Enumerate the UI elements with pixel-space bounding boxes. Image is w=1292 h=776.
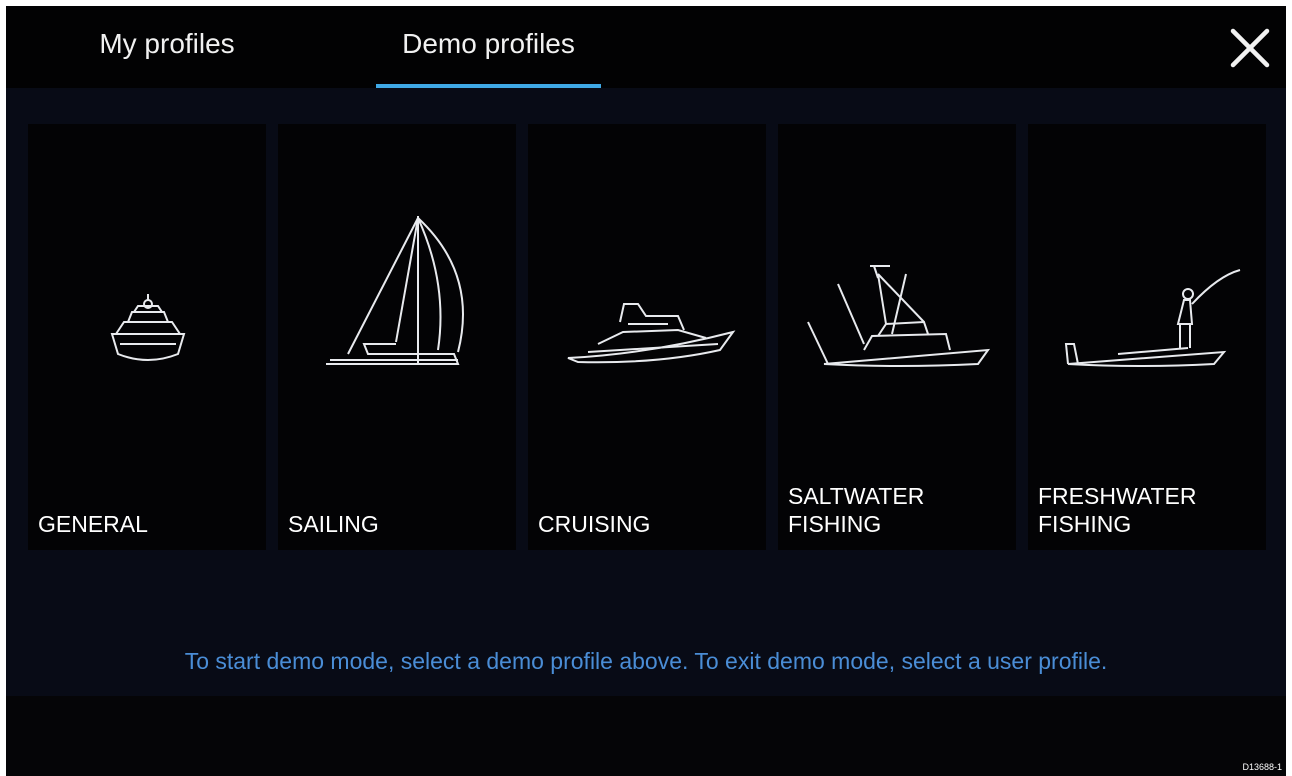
profile-tile-sailing[interactable]: SAILING bbox=[278, 124, 516, 550]
motorboat-front-icon bbox=[110, 294, 186, 361]
sailboat-icon bbox=[326, 216, 464, 365]
profile-label: SAILING bbox=[288, 511, 379, 537]
bass-boat-icon bbox=[1064, 269, 1241, 367]
close-icon bbox=[1230, 28, 1270, 68]
demo-mode-hint: To start demo mode, select a demo profil… bbox=[184, 648, 1108, 674]
demo-profiles-panel: GENERAL SAILING CRUISING SALTWATER FISHI… bbox=[6, 88, 1286, 696]
tab-my-profiles[interactable]: My profiles bbox=[72, 28, 262, 88]
profile-label: SALTWATER FISHING bbox=[788, 483, 925, 537]
close-button[interactable] bbox=[1228, 26, 1272, 70]
profile-tile-saltwater-fishing[interactable]: SALTWATER FISHING bbox=[778, 124, 1016, 550]
profile-tile-freshwater-fishing[interactable]: FRESHWATER FISHING bbox=[1028, 124, 1266, 550]
tab-demo-profiles[interactable]: Demo profiles bbox=[376, 28, 601, 88]
cruiser-icon bbox=[567, 303, 736, 364]
profile-label: FRESHWATER FISHING bbox=[1038, 483, 1197, 537]
sportfisher-icon bbox=[807, 265, 991, 367]
profile-tile-general[interactable]: GENERAL bbox=[28, 124, 266, 550]
profile-label: GENERAL bbox=[38, 511, 148, 537]
document-id: D13688-1 bbox=[1242, 762, 1282, 772]
tab-bar: My profiles Demo profiles bbox=[6, 6, 1286, 88]
tab-label: Demo profiles bbox=[402, 28, 575, 59]
profile-tile-cruising[interactable]: CRUISING bbox=[528, 124, 766, 550]
tab-label: My profiles bbox=[99, 28, 235, 59]
profile-label: CRUISING bbox=[538, 511, 651, 537]
profile-screen: My profiles Demo profiles GENERAL SAILIN… bbox=[6, 6, 1286, 776]
